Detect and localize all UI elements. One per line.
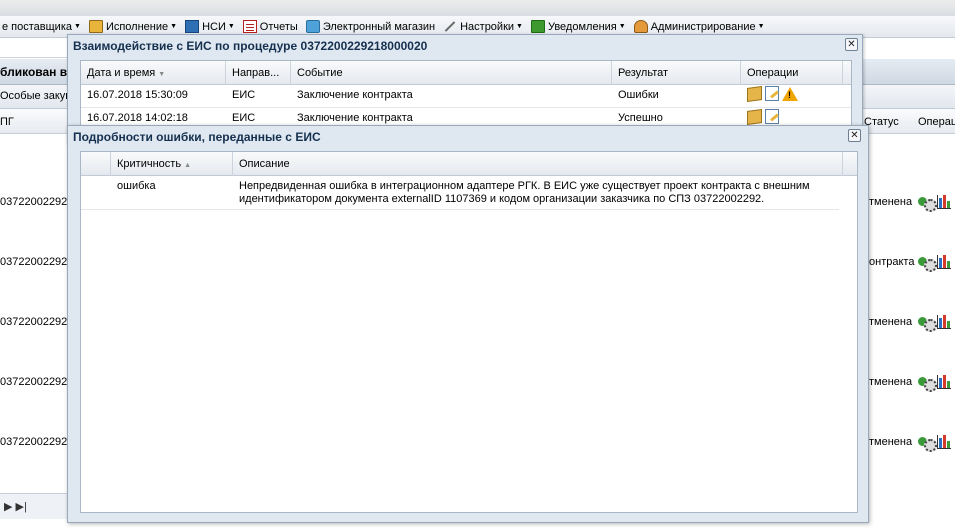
row-operations [918, 435, 951, 452]
menu-nsi[interactable]: НСИ ▼ [185, 20, 235, 33]
status-text: тменена [869, 376, 913, 388]
gear-icon[interactable] [918, 375, 937, 392]
status-text: тменена [869, 316, 913, 328]
row-operations [747, 108, 782, 125]
grid-header: Критичность ▲ Описание [81, 152, 857, 176]
col-spacer [81, 152, 111, 176]
table-row-id: 03722002292. [0, 376, 71, 388]
row-operations [918, 255, 951, 272]
top-strip [0, 0, 955, 16]
col-datetime[interactable]: Дата и время ▼ [81, 61, 226, 85]
admin-icon [633, 20, 648, 33]
background-title: бликован в [0, 65, 68, 79]
background-col-status[interactable]: Статус [864, 116, 899, 128]
status-text: тменена [869, 436, 913, 448]
col-result[interactable]: Результат [612, 61, 741, 85]
cell-direction: ЕИС [232, 112, 256, 124]
table-row-id: 03722002292. [0, 316, 71, 328]
notification-icon [530, 20, 545, 33]
gear-icon[interactable] [918, 435, 937, 452]
error-grid: Критичность ▲ Описание ошибка Непредвиде… [80, 151, 858, 513]
window-title: Взаимодействие с ЕИС по процедуре 037220… [73, 39, 428, 53]
cell-datetime: 16.07.2018 14:02:18 [87, 112, 188, 124]
cell-result: Ошибки [618, 89, 659, 101]
status-text: тменена [869, 196, 913, 208]
table-row-id: 03722002292. [0, 436, 71, 448]
sort-asc-icon: ▲ [184, 162, 192, 169]
sort-desc-icon: ▼ [158, 71, 166, 78]
chart-icon[interactable] [937, 435, 951, 449]
menu-reports[interactable]: Отчеты [242, 20, 298, 33]
cell-event: Заключение контракта [297, 89, 413, 101]
menu-supplier[interactable]: е поставщика ▼ [2, 21, 81, 33]
menu-admin[interactable]: Администрирование ▼ [633, 20, 765, 33]
col-operations[interactable]: Операции [741, 61, 843, 85]
gear-icon[interactable] [918, 195, 937, 212]
wrench-icon [443, 20, 457, 33]
background-col-ops[interactable]: Операц [918, 116, 955, 128]
cell-event: Заключение контракта [297, 112, 413, 124]
background-search-row [0, 40, 70, 58]
col-description[interactable]: Описание [233, 152, 843, 176]
menu-settings[interactable]: Настройки ▼ [443, 20, 523, 33]
warning-icon[interactable]: ! [782, 86, 798, 101]
menu-execution[interactable]: Исполнение ▼ [88, 20, 177, 33]
row-operations: ! [747, 85, 798, 102]
package-icon[interactable] [747, 85, 762, 102]
book-icon [185, 20, 200, 33]
gear-icon[interactable] [918, 255, 937, 272]
row-operations [918, 375, 951, 392]
chart-icon[interactable] [937, 195, 951, 209]
gear-icon[interactable] [918, 315, 937, 332]
cell-description: Непредвиденная ошибка в интеграционном а… [239, 180, 810, 205]
chart-icon[interactable] [937, 375, 951, 389]
col-severity[interactable]: Критичность ▲ [111, 152, 233, 176]
col-direction[interactable]: Направ... [226, 61, 291, 85]
cell-direction: ЕИС [232, 89, 256, 101]
table-row-id: 03722002292. [0, 256, 71, 268]
row-operations [918, 315, 951, 332]
col-event[interactable]: Событие [291, 61, 612, 85]
folder-icon [88, 20, 103, 33]
chart-icon[interactable] [937, 255, 951, 269]
cart-icon [305, 20, 320, 33]
background-tab-special[interactable]: Особые закуп [0, 90, 71, 102]
window-title: Подробности ошибки, переданные с ЕИС [73, 130, 321, 144]
grid-header: Дата и время ▼ Направ... Событие Результ… [81, 61, 851, 85]
close-icon[interactable]: ✕ [845, 38, 858, 51]
cell-result: Успешно [618, 112, 663, 124]
chart-icon[interactable] [937, 315, 951, 329]
row-operations [918, 195, 951, 212]
close-icon[interactable]: ✕ [848, 129, 861, 142]
edit-document-icon[interactable] [765, 86, 779, 101]
table-row-id: 03722002292. [0, 196, 71, 208]
background-col-pg[interactable]: ПГ [0, 116, 14, 128]
menu-eshop[interactable]: Электронный магазин [305, 20, 435, 33]
cell-datetime: 16.07.2018 15:30:09 [87, 89, 188, 101]
cell-severity: ошибка [117, 180, 156, 192]
row-separator [81, 107, 851, 108]
status-text: онтракта [869, 256, 915, 268]
error-details-window: Подробности ошибки, переданные с ЕИС ✕ К… [67, 125, 869, 523]
package-icon[interactable] [747, 108, 762, 125]
pager-next-button[interactable]: ▶ ▶| [4, 500, 27, 513]
report-icon [242, 20, 257, 33]
edit-document-icon[interactable] [765, 109, 779, 124]
menu-notifications[interactable]: Уведомления ▼ [530, 20, 626, 33]
